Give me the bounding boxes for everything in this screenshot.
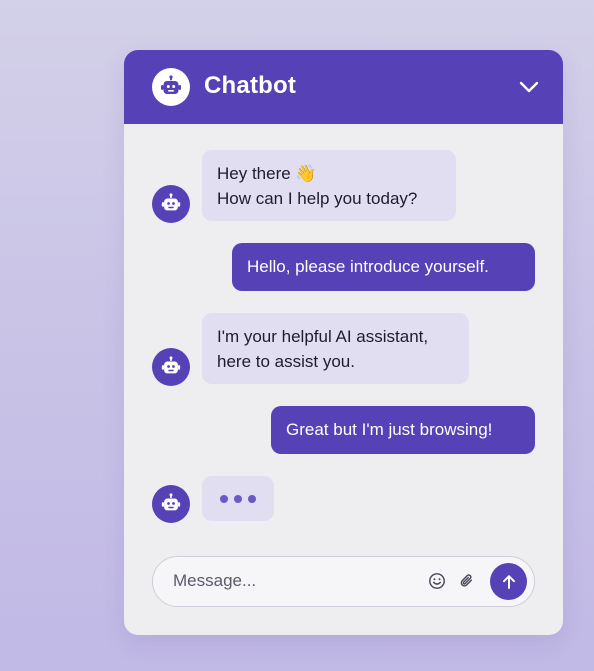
- bot-avatar: [152, 485, 190, 523]
- robot-icon: [161, 356, 181, 374]
- message-line: here to assist you.: [217, 352, 355, 371]
- chatbot-window: Chatbot Hey there 👋 How can I help you t…: [124, 50, 563, 635]
- typing-indicator: [202, 476, 274, 521]
- message-line: I'm your helpful AI assistant,: [217, 327, 429, 346]
- bot-avatar: [152, 348, 190, 386]
- user-message: Great but I'm just browsing!: [271, 406, 535, 454]
- attach-button[interactable]: [456, 570, 478, 592]
- bot-message: I'm your helpful AI assistant, here to a…: [202, 313, 469, 384]
- chevron-down-icon: [519, 81, 539, 93]
- typing-dot: [234, 494, 242, 503]
- emoji-button[interactable]: [426, 570, 448, 592]
- typing-dot: [248, 494, 256, 503]
- message-input[interactable]: [173, 557, 413, 605]
- send-button[interactable]: [490, 563, 527, 600]
- message-line: Hey there 👋: [217, 164, 317, 183]
- chatbot-avatar: [152, 68, 190, 106]
- message-line: How can I help you today?: [217, 189, 418, 208]
- bot-message: Hey there 👋 How can I help you today?: [202, 150, 456, 221]
- chat-header: Chatbot: [124, 50, 563, 124]
- smiley-icon: [429, 573, 445, 589]
- message-composer: [152, 556, 535, 607]
- typing-dot: [220, 494, 228, 503]
- chat-title: Chatbot: [204, 72, 297, 99]
- robot-icon: [161, 493, 181, 511]
- paperclip-icon: [460, 574, 473, 587]
- robot-icon: [161, 193, 181, 211]
- user-message: Hello, please introduce yourself.: [232, 243, 535, 291]
- arrow-up-icon: [502, 574, 515, 589]
- message-line: Hello, please introduce yourself.: [247, 257, 489, 276]
- bot-avatar: [152, 185, 190, 223]
- message-line: Great but I'm just browsing!: [286, 420, 493, 439]
- robot-icon: [161, 75, 181, 94]
- collapse-button[interactable]: [517, 75, 541, 99]
